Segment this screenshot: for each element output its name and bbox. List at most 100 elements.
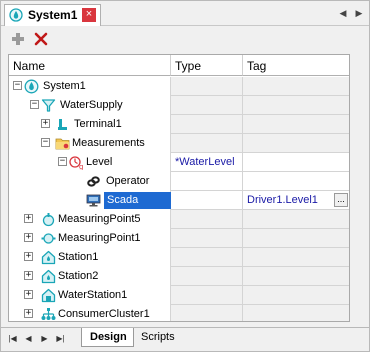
svg-text:g: g	[79, 163, 83, 170]
type-cell[interactable]	[171, 248, 243, 267]
property-grid: Name Type Tag − System1 − WaterSupply + …	[8, 54, 350, 322]
expand-toggle[interactable]: +	[24, 233, 33, 242]
water-station-icon	[41, 288, 56, 303]
next-tab-icon[interactable]: ▶	[39, 333, 50, 344]
tag-cell[interactable]	[243, 305, 349, 321]
tree-label: ConsumerCluster1	[58, 308, 150, 320]
tab-scroll-right-icon[interactable]: ▶	[353, 7, 365, 19]
type-cell[interactable]	[171, 286, 243, 305]
tree-row-measuringpoint1[interactable]: + MeasuringPoint1	[9, 229, 349, 248]
tab-scripts[interactable]: Scripts	[133, 328, 181, 347]
toolbar	[1, 27, 369, 51]
tag-cell[interactable]	[243, 153, 349, 172]
plus-icon[interactable]	[9, 30, 27, 48]
tree-row-station2[interactable]: + Station2	[9, 267, 349, 286]
collapse-toggle[interactable]: −	[58, 157, 67, 166]
type-cell[interactable]	[171, 134, 243, 153]
type-cell[interactable]	[171, 267, 243, 286]
tree-label: Terminal1	[74, 118, 122, 130]
tree-row-operator[interactable]: Operator	[9, 172, 349, 191]
tree-label: MeasuringPoint5	[58, 213, 141, 225]
tag-cell[interactable]	[243, 134, 349, 153]
tree-row-scada[interactable]: Scada Driver1.Level1 ...	[9, 191, 349, 210]
tree-row-consumercluster1[interactable]: + ConsumerCluster1	[9, 305, 349, 321]
delete-x-icon[interactable]	[32, 30, 50, 48]
tag-cell[interactable]	[243, 77, 349, 96]
station-house-icon	[41, 269, 56, 284]
expand-toggle[interactable]: +	[24, 309, 33, 318]
tree-label: Station1	[58, 251, 99, 263]
consumer-cluster-icon	[41, 308, 56, 320]
tree-row-terminal1[interactable]: + Terminal1	[9, 115, 349, 134]
type-value: *WaterLevel	[175, 156, 235, 168]
type-cell[interactable]	[171, 77, 243, 96]
expand-toggle[interactable]: +	[24, 214, 33, 223]
station-house-icon	[41, 250, 56, 265]
expand-toggle[interactable]: +	[24, 252, 33, 261]
scada-monitor-icon	[86, 194, 101, 207]
tree-label: System1	[43, 80, 86, 92]
tag-cell[interactable]	[243, 286, 349, 305]
last-tab-icon[interactable]: ▶|	[55, 333, 66, 344]
first-tab-icon[interactable]: |◀	[7, 333, 18, 344]
expand-toggle[interactable]: +	[24, 271, 33, 280]
column-header-tag[interactable]: Tag	[243, 55, 349, 76]
column-header-name[interactable]: Name	[9, 55, 171, 76]
level-gauge-icon: g	[69, 156, 83, 170]
tree-label: Station2	[58, 270, 99, 282]
expand-toggle[interactable]: +	[24, 290, 33, 299]
operator-link-icon	[87, 176, 100, 187]
water-supply-funnel-icon	[41, 99, 56, 112]
tag-cell[interactable]	[243, 210, 349, 229]
type-cell[interactable]	[171, 210, 243, 229]
measuring-point-icon	[42, 213, 55, 227]
system-drop-icon	[9, 8, 23, 22]
tree-label: MeasuringPoint1	[58, 232, 141, 244]
tag-cell[interactable]	[243, 115, 349, 134]
tree-label: Operator	[106, 175, 150, 187]
type-cell[interactable]	[171, 229, 243, 248]
tag-cell[interactable]	[243, 96, 349, 115]
tag-cell[interactable]	[243, 172, 349, 191]
document-tab-strip: System1 × ◀ ▶	[1, 1, 369, 26]
tag-cell[interactable]	[243, 229, 349, 248]
measuring-point-flow-icon	[41, 233, 56, 244]
type-cell[interactable]	[171, 172, 243, 191]
tab-system1[interactable]: System1 ×	[4, 4, 101, 26]
tree-row-station1[interactable]: + Station1	[9, 248, 349, 267]
close-tab-button[interactable]: ×	[82, 8, 96, 22]
folder-icon	[55, 138, 70, 150]
tag-cell[interactable]: Driver1.Level1 ...	[243, 191, 349, 210]
type-cell[interactable]	[171, 191, 243, 210]
tag-value: Driver1.Level1	[247, 194, 318, 206]
tab-title: System1	[28, 8, 78, 22]
tree-row-watersupply[interactable]: − WaterSupply	[9, 96, 349, 115]
collapse-toggle[interactable]: −	[13, 81, 22, 90]
tree-label: WaterSupply	[60, 99, 123, 111]
terminal-icon	[58, 119, 67, 130]
tree-label: WaterStation1	[58, 289, 128, 301]
type-cell[interactable]	[171, 96, 243, 115]
bottom-tab-bar: |◀ ◀ ▶ ▶| Design Scripts	[1, 327, 369, 349]
tab-scroll-left-icon[interactable]: ◀	[337, 7, 349, 19]
tab-design[interactable]: Design	[81, 328, 134, 347]
tag-browse-button[interactable]: ...	[334, 193, 348, 207]
tag-cell[interactable]	[243, 248, 349, 267]
tree-label: Measurements	[72, 137, 145, 149]
tree-row-level[interactable]: − g Level *WaterLevel	[9, 153, 349, 172]
tag-cell[interactable]	[243, 267, 349, 286]
collapse-toggle[interactable]: −	[30, 100, 39, 109]
tree-row-measurements[interactable]: − Measurements	[9, 134, 349, 153]
type-cell[interactable]	[171, 305, 243, 321]
type-cell[interactable]	[171, 115, 243, 134]
column-header-type[interactable]: Type	[171, 55, 243, 76]
expand-toggle[interactable]: +	[41, 119, 50, 128]
tree-row-waterstation1[interactable]: + WaterStation1	[9, 286, 349, 305]
collapse-toggle[interactable]: −	[41, 138, 50, 147]
system-drop-icon	[24, 79, 39, 94]
type-cell[interactable]: *WaterLevel	[171, 153, 243, 172]
tree-row-measuringpoint5[interactable]: + MeasuringPoint5	[9, 210, 349, 229]
prev-tab-icon[interactable]: ◀	[23, 333, 34, 344]
tree-label: Level	[86, 156, 113, 168]
tree-row-system1[interactable]: − System1	[9, 77, 349, 96]
